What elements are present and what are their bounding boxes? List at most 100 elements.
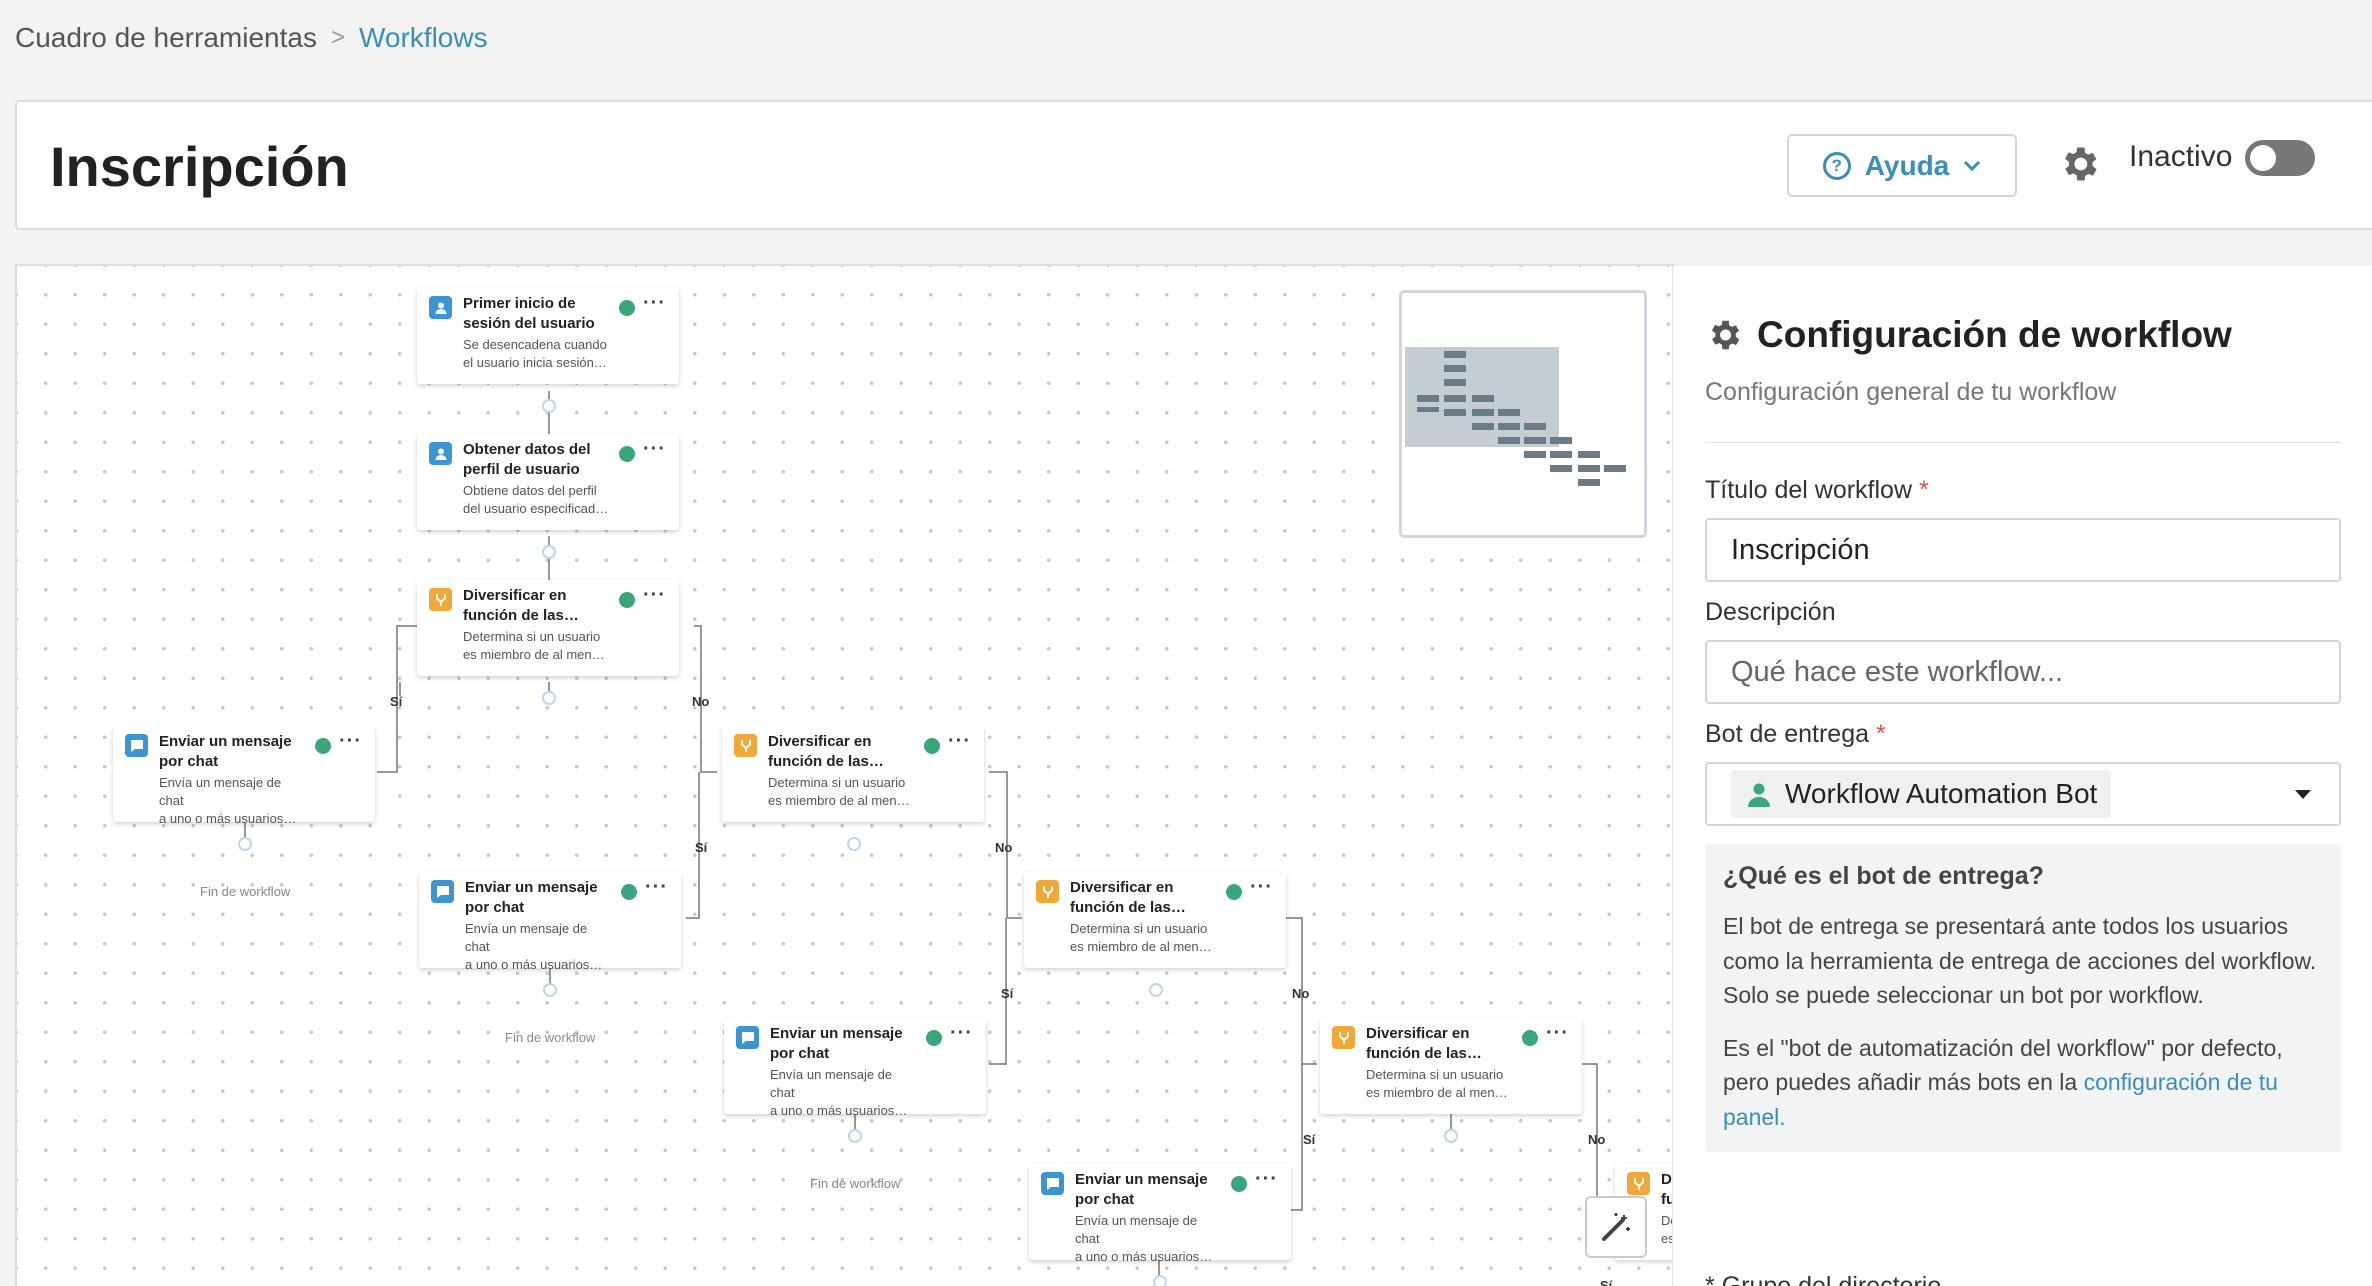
- breadcrumb-current[interactable]: Workflows: [359, 22, 488, 54]
- node-description: Determina si un usuario es miembro de al…: [768, 775, 910, 808]
- help-button-label: Ayuda: [1864, 149, 1950, 181]
- more-icon[interactable]: ···: [643, 438, 666, 461]
- page-title: Inscripción: [50, 135, 349, 198]
- chat-icon: [736, 1026, 759, 1049]
- user-icon: [429, 296, 452, 319]
- branch-label-yes: Sí: [390, 694, 403, 709]
- check-circle-icon: [619, 446, 635, 462]
- panel-subtitle: Configuración general de tu workflow: [1705, 378, 2117, 406]
- workflow-canvas[interactable]: Primer inicio de sesión del usuario Se d…: [15, 264, 1675, 1286]
- add-step-dot[interactable]: [1444, 1129, 1458, 1143]
- more-icon[interactable]: ···: [1255, 1168, 1278, 1191]
- info-paragraph: Es el "bot de automatización del workflo…: [1723, 1034, 2283, 1130]
- caret-down-icon: [2295, 790, 2311, 799]
- more-icon[interactable]: ···: [645, 876, 668, 899]
- add-step-dot[interactable]: [1149, 983, 1163, 997]
- node-title: Diversificar en función de las…: [768, 733, 884, 770]
- branch-icon: [734, 734, 757, 757]
- workflow-node-branch[interactable]: Diversificar en función de las… Determin…: [1320, 1018, 1582, 1114]
- workflow-node-branch[interactable]: Diversificar en función de las… Determin…: [722, 726, 984, 822]
- branch-label-no: No: [1588, 1132, 1606, 1147]
- help-button[interactable]: ? Ayuda: [1787, 134, 2017, 197]
- title-field[interactable]: Inscripción: [1705, 518, 2341, 582]
- workflow-node-send-chat[interactable]: Enviar un mensaje por chat Envía un mens…: [419, 872, 681, 972]
- branch-icon: [1627, 1172, 1650, 1195]
- workflow-node-trigger[interactable]: Primer inicio de sesión del usuario Se d…: [417, 288, 679, 384]
- toggle-knob: [2250, 145, 2276, 171]
- workflow-node-send-chat[interactable]: Enviar un mensaje por chat Envía un mens…: [1029, 1164, 1291, 1264]
- workflow-node-branch[interactable]: Diversificar en función de las… Determin…: [1024, 872, 1286, 968]
- add-step-dot[interactable]: [542, 399, 556, 413]
- workflow-node-send-chat[interactable]: Enviar un mensaje por chat Envía un mens…: [113, 726, 375, 826]
- auto-layout-button[interactable]: [1585, 1196, 1647, 1258]
- active-toggle[interactable]: [2245, 140, 2315, 176]
- check-circle-icon: [619, 300, 635, 316]
- info-paragraph: El bot de entrega se presentará ante tod…: [1723, 913, 2317, 1008]
- node-title: Diversificar en función de las…: [1070, 879, 1186, 916]
- info-title: ¿Qué es el bot de entrega?: [1723, 862, 2044, 890]
- node-description: Envía un mensaje de chat a uno o más usu…: [465, 921, 603, 972]
- node-title: Primer inicio de sesión del usuario: [463, 295, 595, 332]
- add-step-dot[interactable]: [1153, 1275, 1167, 1286]
- title-field-label: Título del workflow *: [1705, 476, 1929, 504]
- bot-select[interactable]: Workflow Automation Bot: [1705, 762, 2341, 826]
- workflow-node-get-profile[interactable]: Obtener datos del perfil de usuario Obti…: [417, 434, 679, 530]
- node-title: Enviar un mensaje por chat: [1075, 1171, 1208, 1208]
- add-step-dot[interactable]: [848, 1129, 862, 1143]
- branch-label-no: No: [1292, 986, 1310, 1001]
- node-title: Enviar un mensaje por chat: [465, 879, 598, 916]
- branch-label-yes: Sí: [1303, 1132, 1316, 1147]
- chat-icon: [1041, 1172, 1064, 1195]
- node-title: Diversificar en función de las…: [463, 587, 579, 624]
- more-icon[interactable]: ···: [1546, 1022, 1569, 1045]
- add-step-dot[interactable]: [238, 837, 252, 851]
- required-mark: *: [1875, 720, 1886, 748]
- add-step-dot[interactable]: [542, 545, 556, 559]
- required-mark: *: [1918, 476, 1929, 504]
- more-icon[interactable]: ···: [948, 730, 971, 753]
- node-title: Obtener datos del perfil de usuario: [463, 441, 591, 478]
- branch-icon: [429, 588, 452, 611]
- branch-icon: [1036, 880, 1059, 903]
- check-circle-icon: [619, 592, 635, 608]
- node-description: Determina si un usuario es miembro de al…: [463, 629, 605, 662]
- panel-title: Configuración de workflow: [1705, 314, 2232, 356]
- branch-label-no: No: [692, 694, 710, 709]
- node-description: Determina si un usuario es miembro de al…: [1070, 921, 1212, 954]
- workflow-minimap[interactable]: [1399, 290, 1647, 538]
- node-description: Envía un mensaje de chat a uno o más usu…: [1075, 1213, 1213, 1264]
- branch-label-yes: Sí: [1001, 986, 1014, 1001]
- description-label: Descripción: [1705, 598, 1836, 626]
- more-icon[interactable]: ···: [643, 584, 666, 607]
- check-circle-icon: [1231, 1176, 1247, 1192]
- more-icon[interactable]: ···: [339, 730, 362, 753]
- node-description: Determina si un usuario es miembro de al…: [1366, 1067, 1508, 1100]
- workflow-node-branch[interactable]: Diversificar en función de las… Determin…: [417, 580, 679, 676]
- more-icon[interactable]: ···: [950, 1022, 973, 1045]
- add-step-dot[interactable]: [543, 983, 557, 997]
- more-icon[interactable]: ···: [643, 292, 666, 315]
- avatar-icon: [1748, 783, 1770, 807]
- node-title: Diversificar en función de las…: [1366, 1025, 1482, 1062]
- bot-select-value: Workflow Automation Bot: [1785, 778, 2098, 809]
- check-circle-icon: [315, 738, 331, 754]
- status-label: Inactivo: [2129, 140, 2233, 173]
- gear-icon[interactable]: [2057, 142, 2101, 186]
- gear-icon: [1711, 320, 1740, 350]
- add-step-dot[interactable]: [847, 837, 861, 851]
- question-circle-icon: ?: [1822, 151, 1851, 180]
- more-icon[interactable]: ···: [1250, 876, 1273, 899]
- check-circle-icon: [1226, 884, 1242, 900]
- breadcrumb: Cuadro de herramientas > Workflows: [15, 22, 488, 54]
- workflow-node-send-chat[interactable]: Enviar un mensaje por chat Envía un mens…: [724, 1018, 986, 1118]
- branch-icon: [1332, 1026, 1355, 1049]
- bot-chip: Workflow Automation Bot: [1731, 770, 2112, 818]
- add-step-dot[interactable]: [542, 691, 556, 705]
- check-circle-icon: [1522, 1030, 1538, 1046]
- node-description: Se desencadena cuando el usuario inicia …: [463, 337, 607, 370]
- description-field[interactable]: Qué hace este workflow...: [1705, 640, 2341, 704]
- minimap-preview: [1405, 347, 1626, 486]
- breadcrumb-root[interactable]: Cuadro de herramientas: [15, 22, 317, 54]
- branch-label-yes: Sí: [695, 840, 708, 855]
- branch-label-yes: Sí: [1600, 1278, 1613, 1286]
